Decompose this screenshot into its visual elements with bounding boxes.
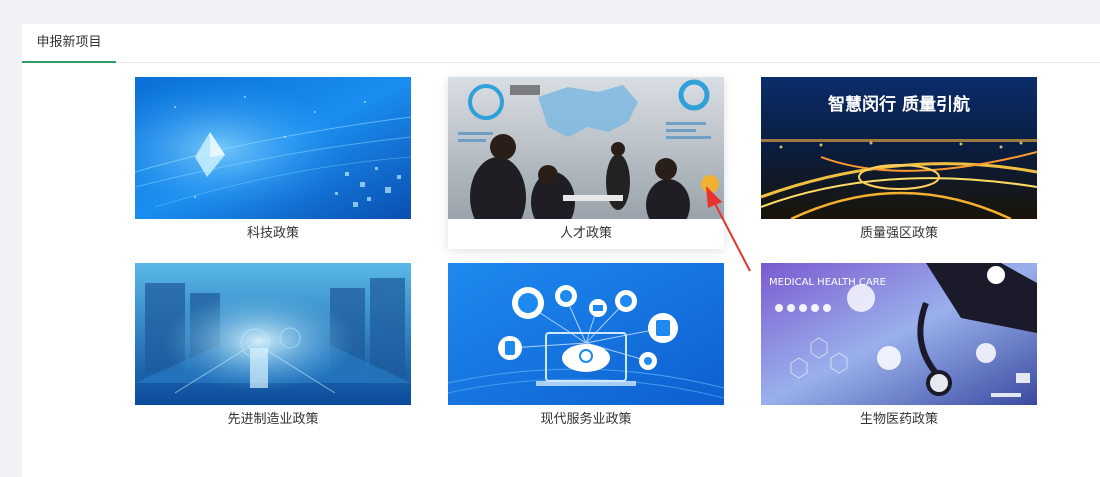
business-team-map-image xyxy=(448,77,724,219)
card-label: 人才政策 xyxy=(559,226,612,241)
banner-text: 智慧闵行 质量引航 xyxy=(828,94,970,115)
card-label: 质量强区政策 xyxy=(859,226,938,241)
cloud-services-laptop-image xyxy=(448,263,724,405)
policy-card-services[interactable]: 现代服务业政策 xyxy=(448,263,724,435)
tab-apply-new-project[interactable]: 申报新项目 xyxy=(22,24,116,63)
factory-production-line-image xyxy=(135,263,411,405)
night-highway-city-image: 智慧闵行 质量引航 xyxy=(761,77,1037,219)
tech-network-blue-image xyxy=(135,77,411,219)
medical-stethoscope-image: MEDICAL HEALTH CARE xyxy=(761,263,1037,405)
tab-bar: 申报新项目 xyxy=(22,24,1100,63)
card-label: 先进制造业政策 xyxy=(227,412,319,427)
policy-card-quality[interactable]: 智慧闵行 质量引航 质量强区政策 xyxy=(761,77,1037,249)
card-label: 科技政策 xyxy=(246,226,299,241)
main-panel: 申报新项目 科技政策 人才政策 智慧闵行 质量引航 质量强区政策 先进制造业政策… xyxy=(22,24,1100,477)
policy-card-biomedicine[interactable]: MEDICAL HEALTH CARE 生物医药政策 xyxy=(761,263,1037,435)
policy-card-talent[interactable]: 人才政策 xyxy=(448,77,724,249)
card-label: 现代服务业政策 xyxy=(540,412,632,427)
card-label: 生物医药政策 xyxy=(859,412,938,427)
policy-card-manufacturing[interactable]: 先进制造业政策 xyxy=(135,263,411,435)
policy-card-tech[interactable]: 科技政策 xyxy=(135,77,411,249)
